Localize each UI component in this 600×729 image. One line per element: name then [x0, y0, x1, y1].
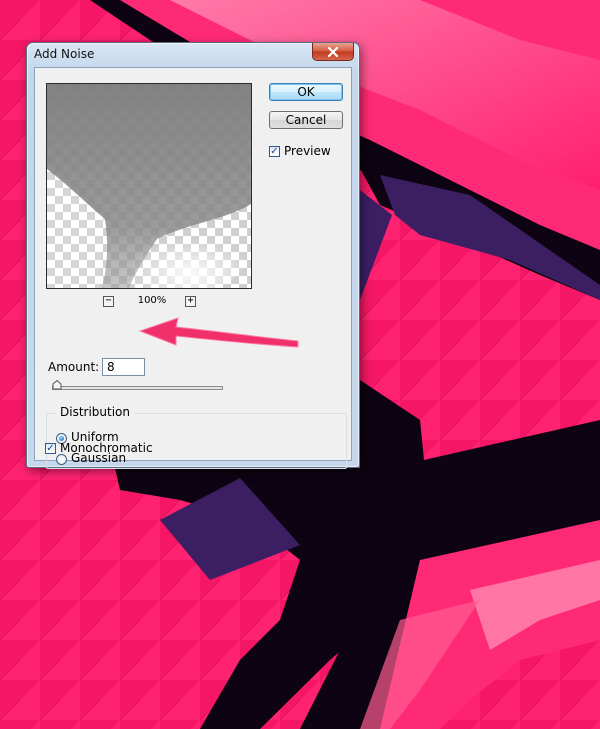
dialog-content: − 100% + OK Cancel ✓ Preview Amount: 8 D… [34, 67, 352, 469]
zoom-controls: − 100% + [103, 295, 201, 309]
add-noise-dialog: Add Noise − 100% + OK Cancel ✓ Preview A… [26, 42, 360, 469]
gaussian-radio[interactable] [56, 454, 67, 465]
preview-checkbox[interactable]: ✓ [269, 146, 280, 157]
close-x-icon [327, 46, 339, 57]
zoom-level: 100% [137, 295, 167, 306]
amount-input[interactable]: 8 [102, 358, 145, 376]
distribution-legend: Distribution [56, 405, 135, 419]
filter-preview[interactable] [46, 83, 252, 289]
monochromatic-checkbox[interactable]: ✓ [45, 443, 56, 454]
amount-label: Amount: [48, 360, 100, 374]
zoom-in-button[interactable]: + [185, 296, 196, 307]
monochromatic-label: Monochromatic [60, 441, 153, 455]
check-icon: ✓ [46, 443, 55, 454]
amount-slider-thumb[interactable] [52, 380, 62, 390]
check-icon: ✓ [270, 146, 279, 157]
close-button[interactable] [312, 43, 354, 61]
zoom-out-button[interactable]: − [103, 296, 114, 307]
amount-slider-track[interactable] [52, 386, 223, 390]
preview-label: Preview [284, 144, 331, 158]
ok-button[interactable]: OK [269, 83, 343, 101]
cancel-button[interactable]: Cancel [269, 111, 343, 129]
dialog-title: Add Noise [34, 47, 95, 61]
